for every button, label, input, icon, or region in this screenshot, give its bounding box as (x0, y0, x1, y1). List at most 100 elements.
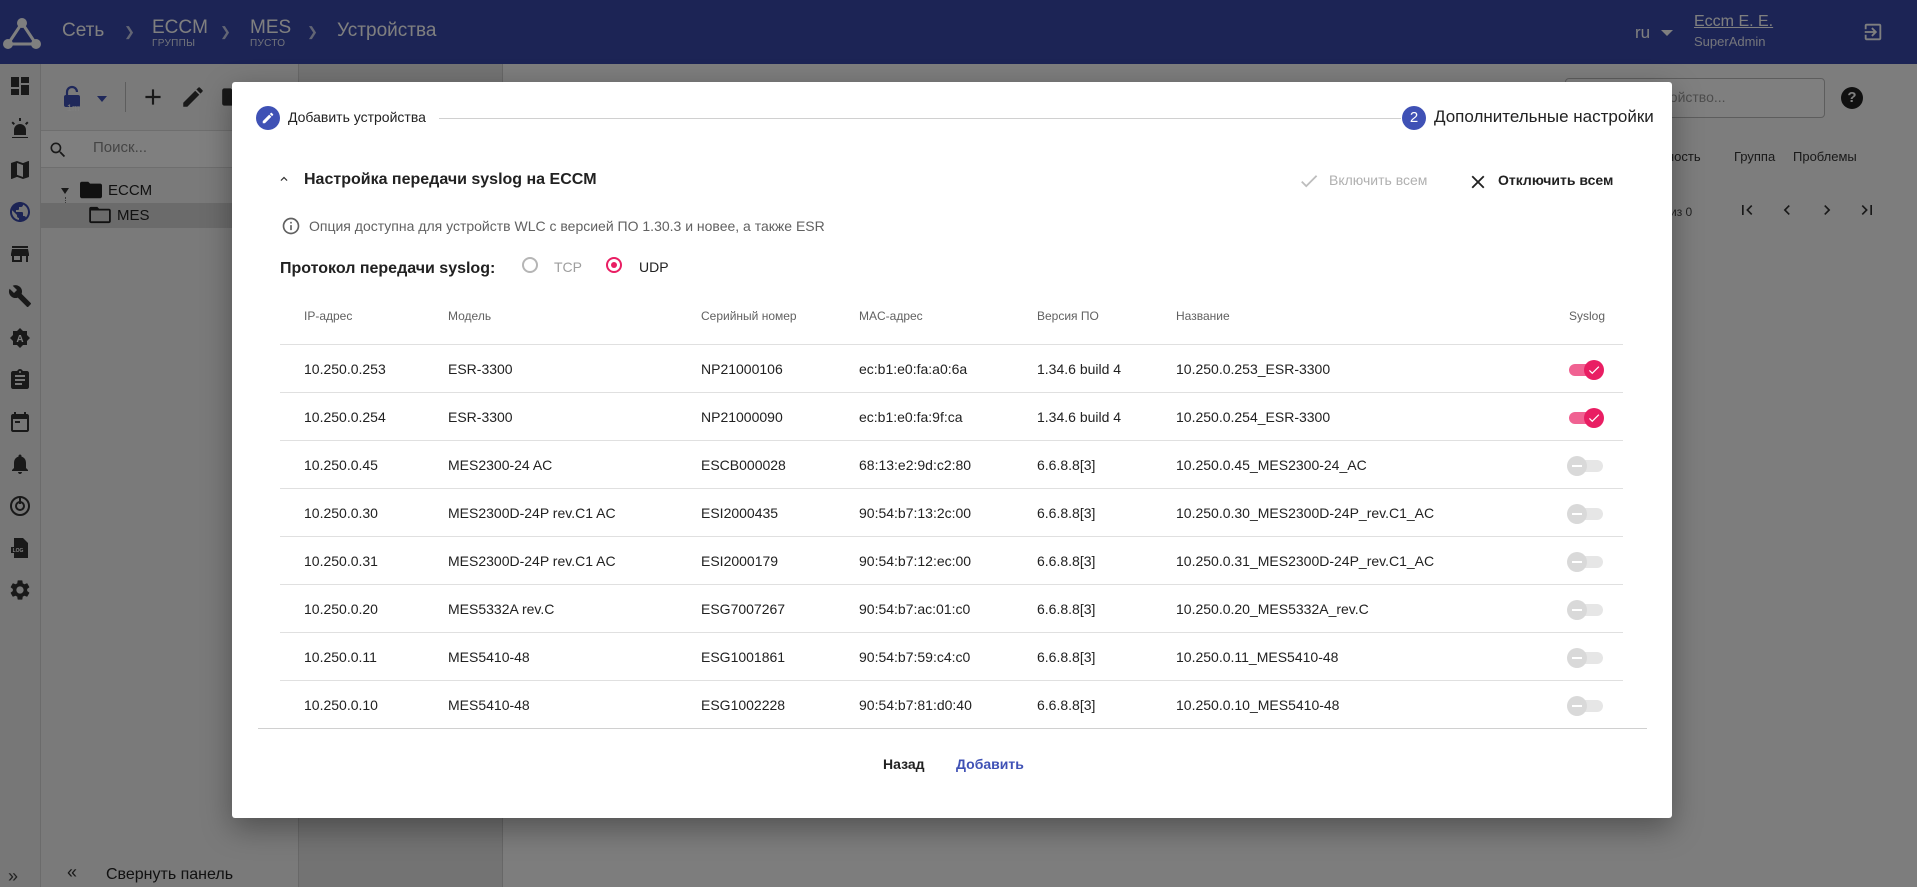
cell-serial: ESI2000435 (701, 505, 779, 521)
cell-ip: 10.250.0.254 (304, 409, 386, 425)
cell-mac: 90:54:b7:13:2c:00 (859, 505, 972, 521)
syslog-toggle[interactable] (1567, 647, 1604, 668)
cell-name: 10.250.0.11_MES5410-48 (1176, 649, 1339, 665)
cell-mac: ec:b1:e0:fa:9f:ca (859, 409, 963, 425)
syslog-toggle[interactable] (1567, 359, 1604, 380)
syslog-toggle[interactable] (1567, 455, 1604, 476)
cell-serial: ESI2000179 (701, 553, 779, 569)
info-text: Опция доступна для устройств WLC с верси… (309, 218, 825, 234)
cell-version: 6.6.8.8[3] (1037, 649, 1096, 665)
syslog-toggle[interactable] (1567, 599, 1604, 620)
table-row[interactable]: 10.250.0.10 MES5410-48 ESG1002228 90:54:… (280, 680, 1623, 729)
table-bottom-divider (258, 728, 1647, 729)
table-row[interactable]: 10.250.0.253 ESR-3300 NP21000106 ec:b1:e… (280, 344, 1623, 393)
cell-ip: 10.250.0.20 (304, 601, 378, 617)
minus-icon (1572, 657, 1582, 659)
cell-version: 6.6.8.8[3] (1037, 553, 1096, 569)
cell-name: 10.250.0.20_MES5332A_rev.C (1176, 601, 1369, 617)
back-button[interactable]: Назад (883, 756, 925, 772)
cell-version: 6.6.8.8[3] (1037, 601, 1096, 617)
cell-serial: ESG1002228 (701, 697, 786, 713)
disable-all-label: Отключить всем (1498, 172, 1614, 188)
table-row[interactable]: 10.250.0.20 MES5332A rev.C ESG7007267 90… (280, 584, 1623, 633)
radio-tcp-label[interactable]: TCP (554, 259, 582, 275)
cell-model: MES2300D-24P rev.C1 AC (448, 553, 616, 569)
chevron-up-icon[interactable] (277, 172, 291, 186)
minus-icon (1572, 705, 1582, 707)
step-2-label: Дополнительные настройки (1434, 107, 1654, 126)
radio-udp[interactable] (606, 257, 622, 273)
close-icon (1471, 175, 1485, 189)
add-button[interactable]: Добавить (956, 756, 1024, 772)
cell-version: 1.34.6 build 4 (1037, 409, 1122, 425)
cell-version: 1.34.6 build 4 (1037, 361, 1122, 377)
check-icon (1301, 175, 1318, 188)
table-row[interactable]: 10.250.0.11 MES5410-48 ESG1001861 90:54:… (280, 632, 1623, 681)
cell-ip: 10.250.0.31 (304, 553, 378, 569)
minus-icon (1572, 561, 1582, 563)
cell-model: ESR-3300 (448, 409, 513, 425)
minus-icon (1572, 465, 1582, 467)
cell-name: 10.250.0.254_ESR-3300 (1176, 409, 1331, 425)
cell-mac: 68:13:e2:9d:c2:80 (859, 457, 972, 473)
enable-all-label: Включить всем (1329, 172, 1428, 188)
syslog-toggle[interactable] (1567, 551, 1604, 572)
radio-tcp[interactable] (522, 257, 538, 273)
column-header-model[interactable]: Модель (448, 309, 491, 323)
cell-model: MES5410-48 (448, 697, 530, 713)
cell-mac: 90:54:b7:59:c4:c0 (859, 649, 971, 665)
radio-udp-label[interactable]: UDP (639, 259, 669, 275)
cell-version: 6.6.8.8[3] (1037, 505, 1096, 521)
stepper-connector (439, 118, 1401, 119)
protocol-label: Протокол передачи syslog: (280, 260, 496, 277)
table-row[interactable]: 10.250.0.254 ESR-3300 NP21000090 ec:b1:e… (280, 392, 1623, 441)
step-2-number: 2 (1402, 106, 1426, 130)
cell-name: 10.250.0.253_ESR-3300 (1176, 361, 1331, 377)
table-row[interactable]: 10.250.0.45 MES2300-24 AC ESCB000028 68:… (280, 440, 1623, 489)
cell-serial: ESG7007267 (701, 601, 786, 617)
column-header-serial[interactable]: Серийный номер (701, 309, 797, 323)
check-icon (1588, 414, 1600, 423)
cell-name: 10.250.0.30_MES2300D-24P_rev.C1_AC (1176, 505, 1435, 521)
step-1-edit-icon[interactable] (256, 106, 280, 130)
cell-ip: 10.250.0.253 (304, 361, 386, 377)
syslog-toggle[interactable] (1567, 503, 1604, 524)
syslog-toggle[interactable] (1567, 407, 1604, 428)
column-header-version[interactable]: Версия ПО (1037, 309, 1099, 323)
table-row[interactable]: 10.250.0.31 MES2300D-24P rev.C1 AC ESI20… (280, 536, 1623, 585)
info-icon (282, 217, 300, 235)
cell-name: 10.250.0.10_MES5410-48 (1176, 697, 1340, 713)
cell-name: 10.250.0.31_MES2300D-24P_rev.C1_AC (1176, 553, 1435, 569)
check-icon (1588, 366, 1600, 375)
syslog-toggle[interactable] (1567, 695, 1604, 716)
cell-mac: 90:54:b7:81:d0:40 (859, 697, 972, 713)
cell-model: MES5410-48 (448, 649, 530, 665)
column-header-syslog[interactable]: Syslog (1569, 309, 1605, 323)
step-1-label[interactable]: Добавить устройства (288, 109, 426, 125)
cell-version: 6.6.8.8[3] (1037, 457, 1096, 473)
minus-icon (1572, 513, 1582, 515)
column-header-name[interactable]: Название (1176, 309, 1230, 323)
column-header-mac[interactable]: MAC-адрес (859, 309, 923, 323)
section-title[interactable]: Настройка передачи syslog на ECCM (304, 171, 597, 189)
cell-model: MES2300D-24P rev.C1 AC (448, 505, 616, 521)
cell-name: 10.250.0.45_MES2300-24_AC (1176, 457, 1367, 473)
cell-mac: ec:b1:e0:fa:a0:6a (859, 361, 968, 377)
cell-serial: ESG1001861 (701, 649, 786, 665)
table-row[interactable]: 10.250.0.30 MES2300D-24P rev.C1 AC ESI20… (280, 488, 1623, 537)
cell-serial: NP21000090 (701, 409, 783, 425)
cell-serial: NP21000106 (701, 361, 783, 377)
cell-mac: 90:54:b7:12:ec:00 (859, 553, 972, 569)
cell-serial: ESCB000028 (701, 457, 786, 473)
cell-ip: 10.250.0.10 (304, 697, 378, 713)
column-header-ip[interactable]: IP-адрес (304, 309, 352, 323)
cell-model: MES5332A rev.C (448, 601, 555, 617)
minus-icon (1572, 609, 1582, 611)
cell-model: ESR-3300 (448, 361, 513, 377)
cell-ip: 10.250.0.45 (304, 457, 378, 473)
cell-ip: 10.250.0.11 (304, 649, 377, 665)
cell-ip: 10.250.0.30 (304, 505, 378, 521)
cell-model: MES2300-24 AC (448, 457, 553, 473)
cell-version: 6.6.8.8[3] (1037, 697, 1096, 713)
cell-mac: 90:54:b7:ac:01:c0 (859, 601, 971, 617)
